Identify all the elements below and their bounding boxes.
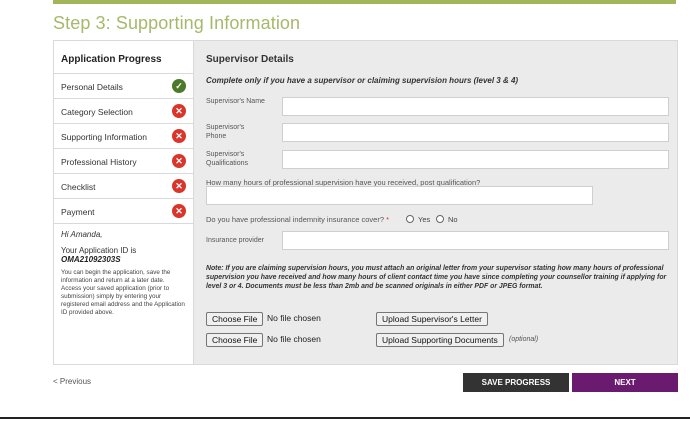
- supervision-hours-input[interactable]: [206, 186, 593, 205]
- sidebar-item-professional-history[interactable]: Professional History ✕: [54, 148, 193, 173]
- app-id: OMA21092303S: [61, 255, 121, 264]
- page: Step 3: Supporting Information Applicati…: [0, 0, 690, 431]
- next-button[interactable]: NEXT: [572, 373, 678, 392]
- supervisor-phone-input[interactable]: [282, 123, 669, 142]
- supervisor-quals-input[interactable]: [282, 150, 669, 169]
- supervisor-name-input[interactable]: [282, 97, 669, 116]
- section-subtitle: Complete only if you have a supervisor o…: [206, 76, 519, 85]
- sidebar-item-checklist[interactable]: Checklist ✕: [54, 173, 193, 198]
- application-info: Hi Amanda, Your Application ID is OMA210…: [54, 223, 193, 317]
- required-mark: *: [386, 215, 390, 224]
- app-id-label: Your Application ID is: [61, 246, 137, 255]
- save-progress-button[interactable]: SAVE PROGRESS: [463, 373, 569, 392]
- sidebar-item-label: Professional History: [61, 157, 137, 167]
- top-rule: [53, 0, 676, 4]
- upload-supporting-docs-button[interactable]: Upload Supporting Documents: [376, 333, 504, 347]
- insurance-yes-label: Yes: [418, 215, 431, 224]
- insurance-yes-radio[interactable]: [406, 215, 414, 223]
- supervisor-name-label: Supervisor's Name: [206, 98, 265, 105]
- cross-icon: ✕: [172, 104, 186, 118]
- insurance-no-radio[interactable]: [436, 215, 444, 223]
- upload-note: Note: If you are claiming supervision ho…: [206, 265, 667, 290]
- supervisor-phone-label: Supervisor's Phone: [206, 124, 245, 140]
- application-panel: Application Progress Personal Details ✓ …: [53, 40, 678, 365]
- sidebar-item-label: Payment: [61, 207, 95, 217]
- sidebar-item-supporting-information[interactable]: Supporting Information ✕: [54, 123, 193, 148]
- choose-file-docs-button[interactable]: Choose File: [206, 333, 264, 347]
- sidebar-item-payment[interactable]: Payment ✕: [54, 198, 193, 223]
- supervisor-quals-label: Supervisor's Qualifications: [206, 151, 249, 167]
- page-title: Step 3: Supporting Information: [53, 13, 301, 33]
- file-status-docs: No file chosen: [267, 334, 321, 344]
- sidebar-item-category-selection[interactable]: Category Selection ✕: [54, 98, 193, 123]
- check-icon: ✓: [172, 79, 186, 93]
- sidebar-item-label: Category Selection: [61, 107, 133, 117]
- file-status-letter: No file chosen: [267, 313, 321, 323]
- section-title: Supervisor Details: [206, 54, 294, 65]
- sidebar-item-personal-details[interactable]: Personal Details ✓: [54, 73, 193, 98]
- choose-file-letter-button[interactable]: Choose File: [206, 312, 264, 326]
- insurance-question: Do you have professional indemnity insur…: [206, 215, 390, 224]
- insurance-no-label: No: [448, 215, 458, 224]
- optional-text: (optional): [509, 336, 539, 343]
- cross-icon: ✕: [172, 154, 186, 168]
- sidebar-item-label: Personal Details: [61, 82, 123, 92]
- cross-icon: ✕: [172, 179, 186, 193]
- cross-icon: ✕: [172, 129, 186, 143]
- cross-icon: ✕: [172, 204, 186, 218]
- upload-supervisor-letter-button[interactable]: Upload Supervisor's Letter: [376, 312, 488, 326]
- sidebar-title: Application Progress: [61, 54, 162, 65]
- sidebar-item-label: Supporting Information: [61, 132, 147, 142]
- previous-link[interactable]: < Previous: [53, 377, 91, 386]
- progress-sidebar: Application Progress Personal Details ✓ …: [54, 41, 194, 364]
- bottom-rule: [0, 417, 690, 419]
- info-text: You can begin the application, save the …: [61, 269, 185, 316]
- insurance-provider-input[interactable]: [282, 231, 669, 250]
- sidebar-item-label: Checklist: [61, 182, 96, 192]
- insurance-provider-label: Insurance provider: [206, 237, 264, 244]
- greeting: Hi Amanda,: [61, 230, 103, 239]
